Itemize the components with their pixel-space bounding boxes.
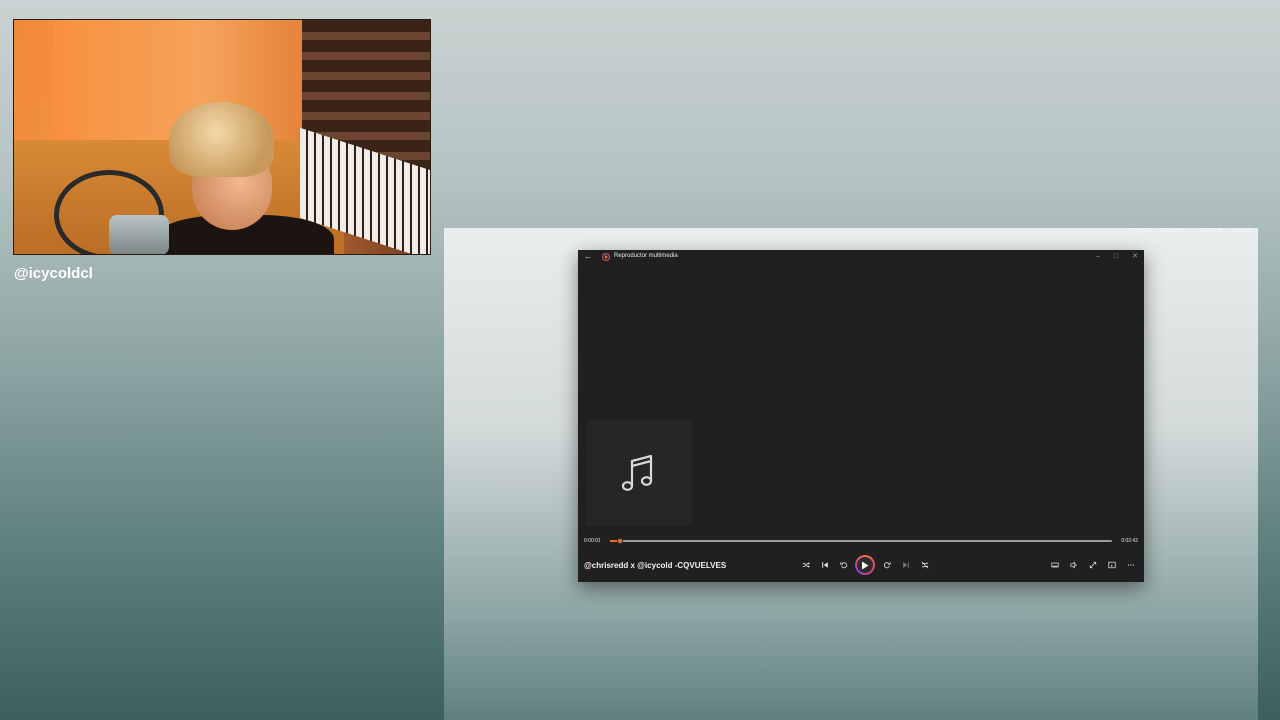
view-controls [1045, 555, 1140, 575]
shuffle-icon[interactable] [796, 555, 815, 575]
cast-icon[interactable] [1102, 555, 1121, 575]
title-bar: ← Reproductor multimedia – □ ✕ [578, 250, 1144, 264]
webcam-microphone [109, 215, 169, 254]
close-icon[interactable]: ✕ [1132, 253, 1138, 260]
stat-fps: FPS N/A [1130, 228, 1151, 234]
stat-gpu: | GPU 29 % [1155, 228, 1187, 234]
mini-player-icon[interactable] [1045, 555, 1064, 575]
playback-controls [796, 555, 934, 575]
seek-bar[interactable] [610, 538, 1112, 544]
current-time: 0:00:01 [584, 538, 601, 544]
window-title: Reproductor multimedia [614, 253, 678, 259]
stat-cpu: | CPU 29 % [1191, 228, 1222, 234]
more-icon[interactable] [1121, 555, 1140, 575]
next-icon[interactable] [896, 555, 915, 575]
webcam-feed [13, 19, 431, 255]
seek-row: 0:00:01 0:02:42 [584, 536, 1138, 546]
maximize-icon[interactable]: □ [1114, 253, 1118, 260]
play-button[interactable] [855, 555, 875, 575]
music-note-icon [621, 454, 653, 491]
webcam-person-hair [169, 102, 274, 177]
performance-stats: FPS N/A | GPU 29 % | CPU 29 % | Lat. N/A [1123, 228, 1252, 234]
streamer-handle: @icycoldcl [14, 265, 93, 282]
fullscreen-icon[interactable] [1083, 555, 1102, 575]
seek-thumb[interactable] [617, 538, 624, 544]
media-player-window: ← Reproductor multimedia – □ ✕ 0:00:01 0… [578, 250, 1144, 582]
song-title: @chrisredd x @icycold -CQVUELVES [584, 561, 727, 570]
play-icon [857, 557, 873, 573]
forward-30-icon[interactable] [877, 555, 896, 575]
rewind-10-icon[interactable] [834, 555, 853, 575]
previous-icon[interactable] [815, 555, 834, 575]
back-arrow-icon[interactable]: ← [584, 252, 592, 261]
window-controls: – □ ✕ [1084, 252, 1138, 260]
total-time: 0:02:42 [1121, 538, 1138, 544]
album-art [586, 420, 692, 526]
repeat-off-icon[interactable] [915, 555, 934, 575]
media-player-app-icon [602, 253, 610, 261]
minimize-icon[interactable]: – [1096, 253, 1100, 260]
volume-icon[interactable] [1064, 555, 1083, 575]
stat-latency: | Lat. N/A [1226, 228, 1252, 234]
